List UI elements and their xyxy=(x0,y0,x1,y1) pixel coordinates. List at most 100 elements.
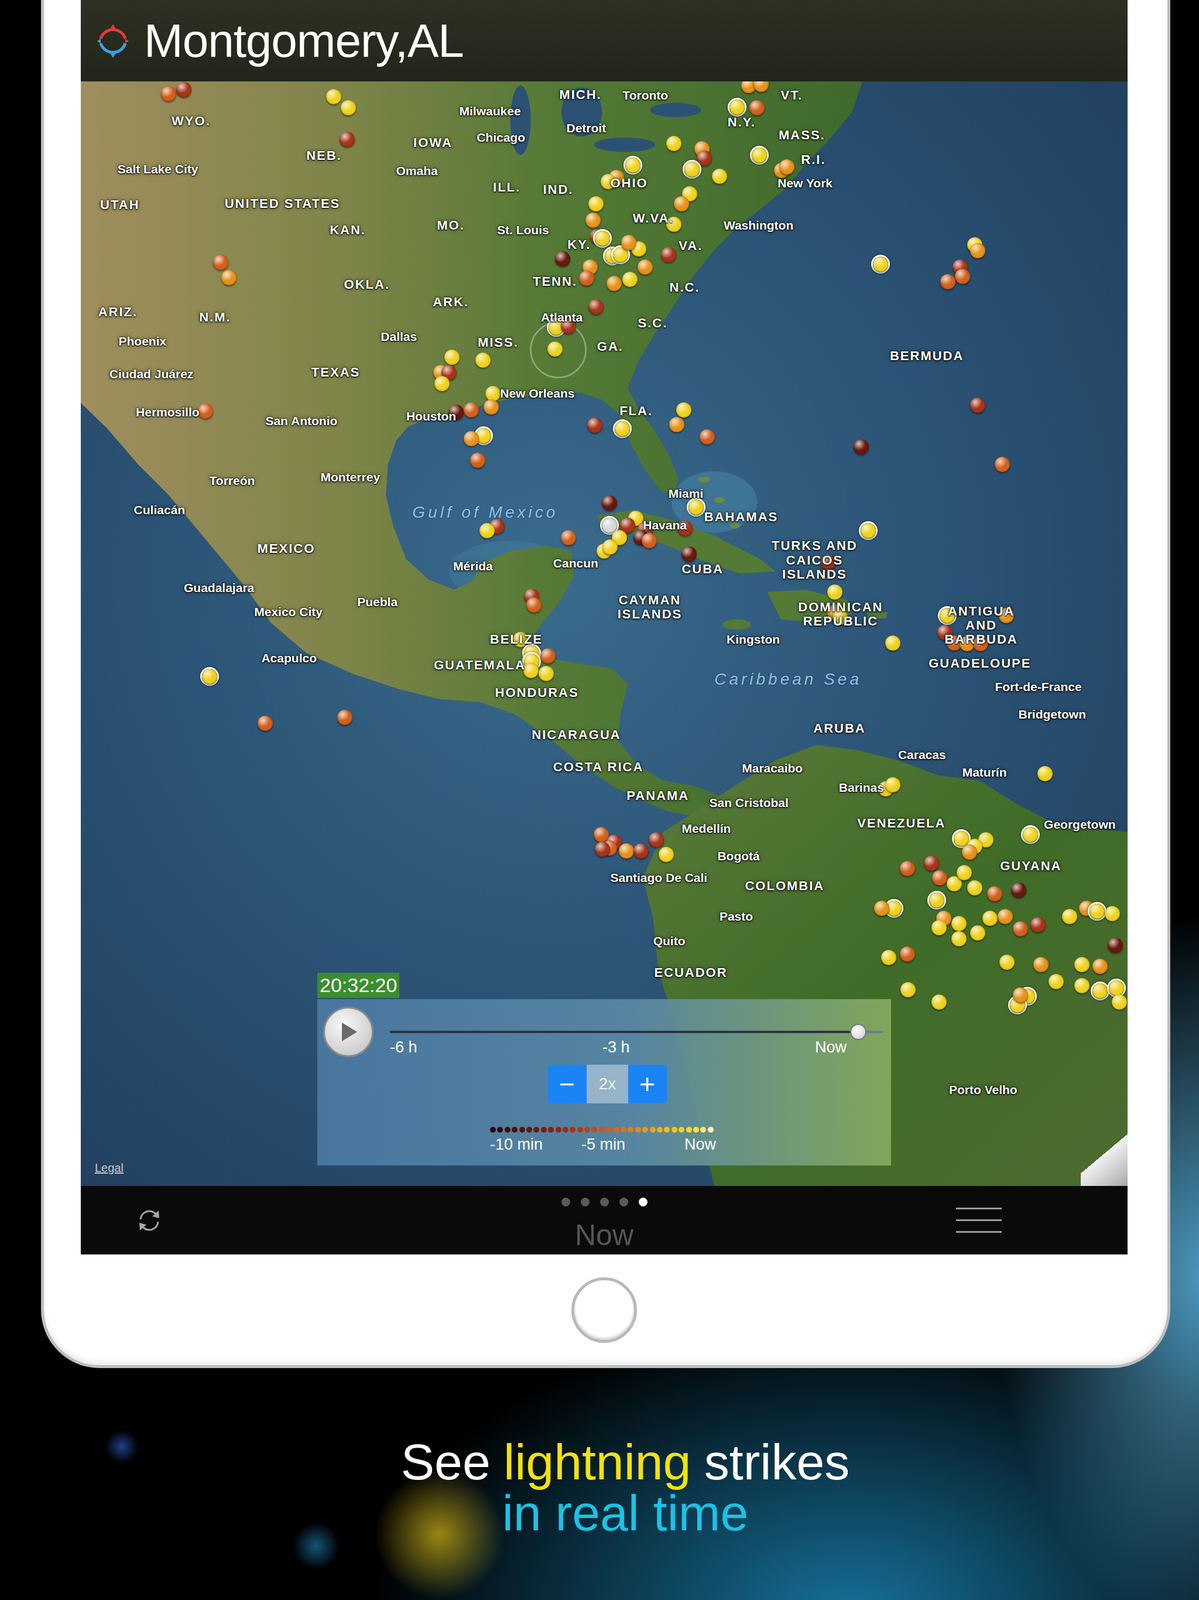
page-dot[interactable] xyxy=(600,1197,609,1207)
page-dot[interactable] xyxy=(638,1197,648,1207)
slider-track[interactable] xyxy=(389,1030,883,1033)
lightning-strike[interactable] xyxy=(434,375,450,392)
lightning-strike[interactable] xyxy=(594,841,611,857)
lightning-strike[interactable] xyxy=(560,529,577,546)
lightning-strike[interactable] xyxy=(648,831,664,848)
lightning-strike[interactable] xyxy=(618,843,635,859)
lightning-strike[interactable] xyxy=(470,452,486,468)
lightning-strike[interactable] xyxy=(874,900,890,916)
lightning-strike[interactable] xyxy=(669,416,685,433)
lightning-strike[interactable] xyxy=(660,247,677,263)
lightning-strike[interactable] xyxy=(729,99,745,115)
lightning-strike[interactable] xyxy=(197,403,214,419)
lightning-strike[interactable] xyxy=(885,776,901,793)
speed-increase-button[interactable]: + xyxy=(628,1064,667,1103)
lightning-strike[interactable] xyxy=(1012,987,1029,1003)
lightning-strike[interactable] xyxy=(699,429,715,445)
lightning-strike[interactable] xyxy=(201,668,218,684)
lightning-strike[interactable] xyxy=(676,402,692,418)
lightning-strike[interactable] xyxy=(711,168,728,184)
lightning-strike[interactable] xyxy=(1022,826,1039,842)
lightning-strike[interactable] xyxy=(1011,882,1027,898)
lightning-strike[interactable] xyxy=(1092,958,1108,974)
lightning-strike[interactable] xyxy=(1111,994,1127,1010)
lightning-strike[interactable] xyxy=(899,946,916,962)
lightning-strike[interactable] xyxy=(997,908,1013,924)
lightning-strike[interactable] xyxy=(932,869,948,886)
lightning-strike[interactable] xyxy=(673,196,690,212)
lightning-strike[interactable] xyxy=(749,100,765,116)
play-button[interactable] xyxy=(323,1006,374,1057)
lightning-strike[interactable] xyxy=(1104,905,1120,921)
lightning-strike[interactable] xyxy=(982,910,998,926)
lightning-strike[interactable] xyxy=(585,212,601,228)
lightning-strike[interactable] xyxy=(641,532,657,548)
lightning-strike[interactable] xyxy=(547,341,563,357)
page-dot[interactable] xyxy=(580,1197,590,1207)
lightning-strike[interactable] xyxy=(827,584,843,600)
lightning-strike[interactable] xyxy=(751,147,767,163)
lightning-strike[interactable] xyxy=(1037,765,1053,781)
lightning-strike[interactable] xyxy=(588,196,604,212)
lightning-strike[interactable] xyxy=(579,270,595,286)
lightning-strike[interactable] xyxy=(463,402,479,418)
lightning-strike[interactable] xyxy=(684,161,700,177)
lightning-strike[interactable] xyxy=(602,539,618,555)
lightning-strike[interactable] xyxy=(881,949,897,965)
lightning-strike[interactable] xyxy=(967,879,983,896)
home-button[interactable] xyxy=(571,1276,637,1343)
lightning-strike[interactable] xyxy=(1092,982,1108,999)
lightning-strike[interactable] xyxy=(658,846,674,862)
lightning-strike[interactable] xyxy=(999,954,1015,970)
location-title[interactable]: Montgomery,AL xyxy=(144,17,464,65)
lightning-strike[interactable] xyxy=(987,885,1003,902)
lightning-strike[interactable] xyxy=(463,430,479,447)
lightning-strike[interactable] xyxy=(970,397,986,413)
lightning-strike[interactable] xyxy=(696,150,712,166)
lightning-strike[interactable] xyxy=(994,456,1010,472)
lightning-strike[interactable] xyxy=(622,271,638,287)
lightning-strike[interactable] xyxy=(970,242,986,259)
lightning-strike[interactable] xyxy=(587,417,603,433)
lightning-strike[interactable] xyxy=(970,925,986,941)
lightning-strike[interactable] xyxy=(588,299,604,315)
lightning-strike[interactable] xyxy=(601,495,618,511)
page-dot[interactable] xyxy=(619,1197,629,1207)
lightning-strike[interactable] xyxy=(940,273,956,290)
lightning-strike[interactable] xyxy=(614,420,630,437)
page-curl[interactable] xyxy=(1080,1121,1128,1186)
lightning-strike[interactable] xyxy=(931,919,947,935)
slider-thumb[interactable] xyxy=(850,1023,867,1040)
lightning-strike[interactable] xyxy=(1074,977,1090,993)
lightning-strike[interactable] xyxy=(931,994,947,1010)
lightning-strike[interactable] xyxy=(485,385,501,402)
refresh-icon[interactable] xyxy=(135,1206,164,1235)
lightning-strike[interactable] xyxy=(326,88,342,105)
lightning-strike[interactable] xyxy=(929,892,945,908)
lightning-strike[interactable] xyxy=(954,268,971,284)
lightning-strike[interactable] xyxy=(160,86,177,102)
lightning-strike[interactable] xyxy=(900,981,916,998)
lightning-strike[interactable] xyxy=(923,855,940,871)
lightning-strike[interactable] xyxy=(257,715,273,731)
lightning-strike[interactable] xyxy=(337,709,353,725)
lightning-strike[interactable] xyxy=(555,251,571,267)
lightning-strike[interactable] xyxy=(779,159,795,175)
lightning-strike[interactable] xyxy=(339,131,355,147)
lightning-strike[interactable] xyxy=(885,635,901,651)
lightning-strike[interactable] xyxy=(1108,980,1125,996)
lightning-strike[interactable] xyxy=(860,522,876,539)
lightning-map[interactable]: WYO.Salt Lake CityNEB.IOWAOmahaMilwaukee… xyxy=(80,81,1128,1186)
lightning-strike[interactable] xyxy=(213,254,229,270)
lightning-strike[interactable] xyxy=(872,256,889,272)
legal-link[interactable]: Legal xyxy=(94,1158,124,1177)
speed-decrease-button[interactable]: − xyxy=(547,1064,587,1103)
lightning-strike[interactable] xyxy=(637,259,653,275)
lightning-strike[interactable] xyxy=(540,648,556,664)
lightning-strike[interactable] xyxy=(621,234,637,250)
lightning-strike[interactable] xyxy=(594,230,611,246)
lightning-strike[interactable] xyxy=(899,860,916,876)
lightning-strike[interactable] xyxy=(538,665,554,681)
lightning-strike[interactable] xyxy=(221,269,237,286)
lightning-strike[interactable] xyxy=(606,275,622,291)
